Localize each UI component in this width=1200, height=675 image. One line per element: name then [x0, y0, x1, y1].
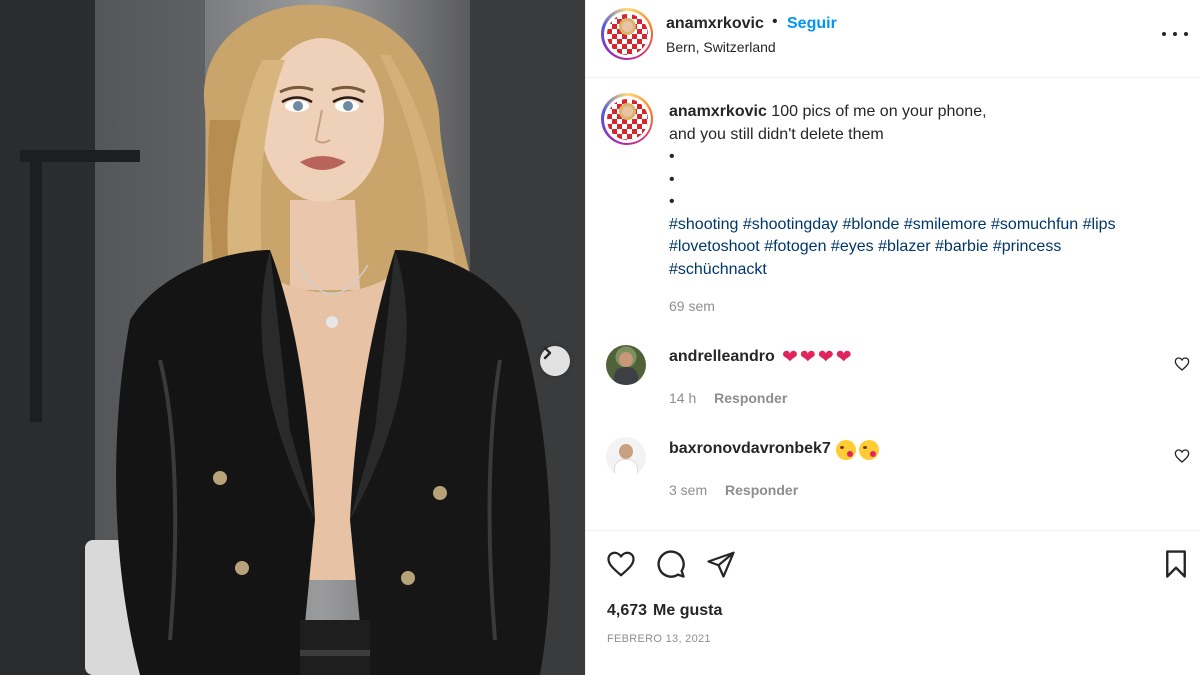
comment-meta: 14 h Responder — [669, 390, 787, 406]
hashtag-link[interactable]: #somuchfun — [991, 216, 1078, 233]
post-header: anamxrkovic • Seguir Bern, Switzerland — [586, 0, 1200, 78]
chevron-right-icon — [543, 346, 552, 360]
reply-button[interactable]: Responder — [714, 390, 787, 406]
caption-bullet: • — [669, 170, 675, 188]
caption-line-2: and you still didn't delete them — [669, 125, 884, 143]
author-avatar[interactable] — [601, 8, 653, 60]
post-date[interactable]: FEBRERO 13, 2021 — [607, 633, 711, 645]
hashtag-link[interactable]: #schüchnackt — [669, 261, 767, 278]
caption-bullet: • — [669, 193, 675, 210]
send-icon[interactable] — [706, 549, 736, 579]
caption-line-1: 100 pics of me on your phone, — [771, 103, 987, 120]
hashtag-link[interactable]: #fotogen — [764, 238, 826, 255]
portrait-illustration — [0, 0, 585, 675]
likes-label: Me gusta — [653, 602, 723, 619]
hashtag-link[interactable]: #lovetoshoot — [669, 238, 760, 255]
more-options-icon[interactable] — [1162, 24, 1188, 44]
header-separator: • — [772, 13, 778, 30]
comment-text — [836, 440, 882, 460]
commenter-avatar[interactable] — [606, 345, 646, 385]
kiss-emoji-icon — [859, 440, 879, 460]
post-side-panel: anamxrkovic • Seguir Bern, Switzerland a… — [585, 0, 1200, 675]
comment-username[interactable]: andrelleandro — [669, 348, 775, 366]
hashtag-link[interactable]: #smilemore — [904, 216, 987, 233]
comment-timestamp[interactable]: 14 h — [669, 390, 696, 406]
caption-text: anamxrkovic 100 pics of me on your phone… — [669, 101, 1179, 281]
bookmark-icon[interactable] — [1161, 549, 1191, 579]
yum-emoji-icon — [836, 440, 856, 460]
comment-meta: 3 sem Responder — [669, 482, 798, 498]
post-actions: 4,673 Me gusta FEBRERO 13, 2021 — [586, 530, 1200, 675]
post-photo[interactable] — [0, 0, 585, 675]
caption-hashtags: #shooting #shootingday #blonde #smilemor… — [669, 216, 1116, 278]
heart-icon[interactable] — [1174, 448, 1190, 464]
caption-timestamp[interactable]: 69 sem — [669, 298, 715, 314]
comment-timestamp[interactable]: 3 sem — [669, 482, 707, 498]
follow-button[interactable]: Seguir — [787, 15, 837, 33]
hashtag-link[interactable]: #barbie — [935, 238, 988, 255]
post-location[interactable]: Bern, Switzerland — [666, 39, 776, 55]
hashtag-link[interactable]: #shootingday — [743, 216, 838, 233]
comment-icon[interactable] — [656, 549, 686, 579]
reply-button[interactable]: Responder — [725, 482, 798, 498]
caption-username[interactable]: anamxrkovic — [669, 103, 767, 120]
hashtag-link[interactable]: #princess — [993, 238, 1061, 255]
caption-bullet: • — [669, 148, 675, 165]
next-photo-button[interactable] — [540, 346, 570, 376]
heart-icon[interactable] — [1174, 356, 1190, 372]
hashtag-link[interactable]: #blonde — [842, 216, 899, 233]
caption-author-avatar[interactable] — [601, 93, 653, 145]
hashtag-link[interactable]: #lips — [1083, 216, 1116, 233]
heart-icon[interactable] — [606, 549, 636, 579]
commenter-avatar[interactable] — [606, 437, 646, 477]
author-username[interactable]: anamxrkovic — [666, 15, 764, 33]
likes-number: 4,673 — [607, 602, 648, 619]
hashtag-link[interactable]: #shooting — [669, 216, 738, 233]
hashtag-link[interactable]: #eyes — [831, 238, 874, 255]
comment-text: ❤❤❤❤ — [782, 347, 854, 368]
comment-username[interactable]: baxronovdavronbek7 — [669, 440, 831, 458]
likes-count[interactable]: 4,673 Me gusta — [607, 602, 722, 620]
hashtag-link[interactable]: #blazer — [878, 238, 930, 255]
